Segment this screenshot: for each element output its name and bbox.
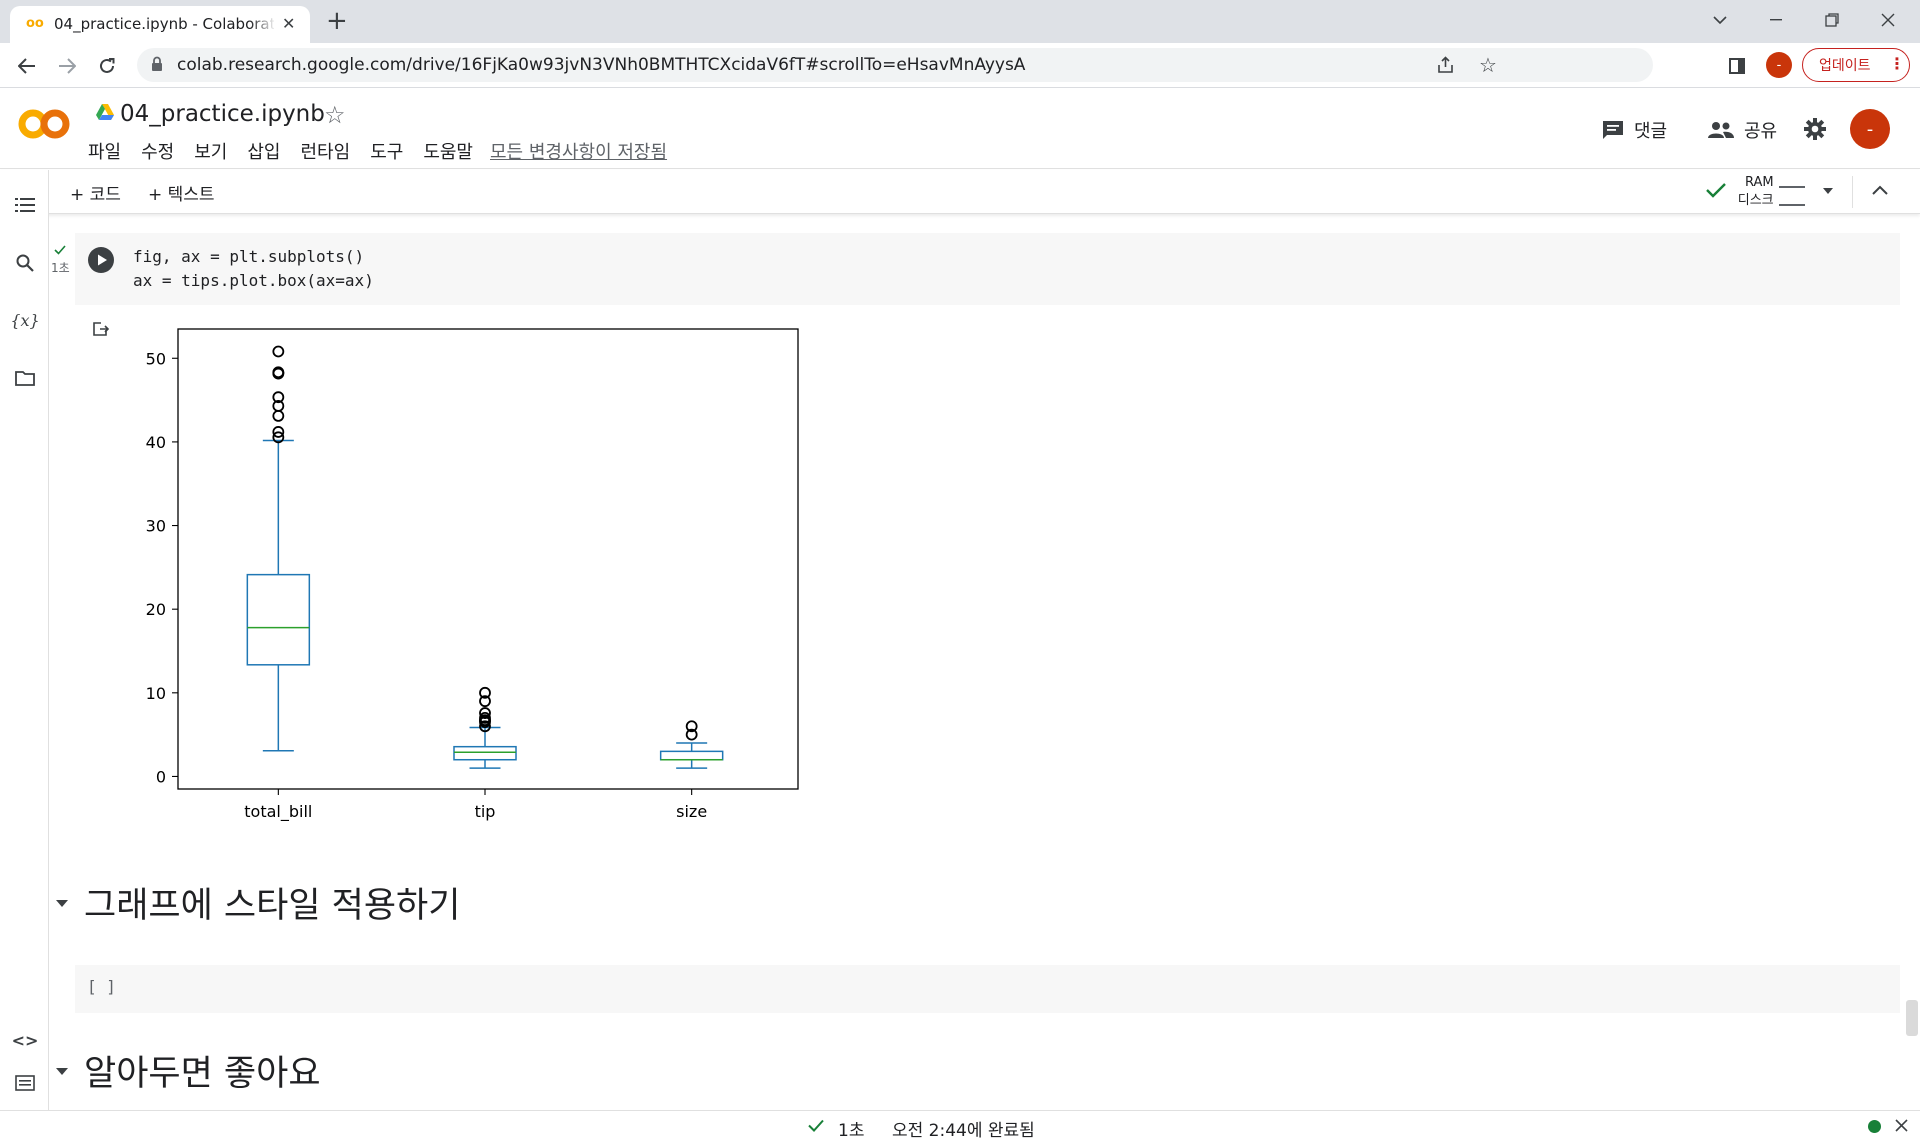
colab-logo[interactable]	[18, 107, 70, 141]
browser-tab-strip: oo 04_practice.ipynb - Colaboratory ✕ +	[0, 0, 1920, 43]
table-of-contents-icon[interactable]	[12, 192, 38, 218]
run-cell-button[interactable]	[88, 247, 114, 273]
save-status[interactable]: 모든 변경사항이 저장됨	[490, 138, 667, 164]
back-icon[interactable]	[14, 53, 40, 79]
share-page-icon[interactable]	[1437, 56, 1455, 74]
people-icon	[1708, 122, 1734, 138]
profile-avatar[interactable]: -	[1766, 52, 1792, 78]
execution-time: 1초	[51, 261, 70, 275]
tab-title: 04_practice.ipynb - Colaboratory	[54, 15, 274, 33]
close-tab-icon[interactable]: ✕	[282, 14, 295, 33]
x-tick-label: tip	[475, 802, 496, 821]
browser-toolbar: colab.research.google.com/drive/16FjKa0w…	[0, 43, 1920, 88]
notebook-toolbar: + 코드 + 텍스트 RAM 디스크	[0, 170, 1920, 214]
collapse-header-icon[interactable]	[1872, 185, 1888, 195]
reload-icon[interactable]	[94, 53, 120, 79]
browser-tab[interactable]: oo 04_practice.ipynb - Colaboratory ✕	[10, 6, 310, 43]
minimize-icon[interactable]	[1748, 0, 1804, 40]
colab-header: 04_practice.ipynb ☆ 파일 수정 보기 삽입 런타임 도구 도…	[0, 89, 1920, 169]
iqr-box	[659, 750, 724, 761]
files-folder-icon[interactable]	[12, 365, 38, 391]
share-button[interactable]: 공유	[1708, 117, 1777, 143]
bookmark-star-icon[interactable]: ☆	[1479, 53, 1497, 77]
resources-dropdown-icon[interactable]	[1822, 187, 1834, 195]
drive-icon	[95, 103, 115, 121]
scrollbar-thumb[interactable]	[1906, 1000, 1918, 1036]
section-heading: 알아두면 좋아요	[84, 1054, 321, 1094]
iqr-box	[246, 573, 311, 666]
iqr-box	[453, 745, 517, 761]
status-bar: 1초 오전 2:44에 완료됨	[0, 1110, 1920, 1141]
y-tick-label: 0	[156, 767, 166, 786]
ram-meter	[1779, 176, 1805, 188]
comment-icon	[1603, 121, 1623, 139]
menu-file[interactable]: 파일	[88, 138, 121, 164]
x-tick-label: size	[676, 802, 707, 821]
notebook-title[interactable]: 04_practice.ipynb	[120, 101, 325, 127]
run-success-check-icon	[54, 245, 66, 255]
lock-icon	[151, 56, 163, 72]
new-tab-icon[interactable]: +	[326, 6, 348, 36]
x-tick-label: total_bill	[244, 802, 312, 822]
forward-icon[interactable]	[54, 53, 80, 79]
y-tick-label: 10	[146, 684, 166, 703]
settings-gear-icon[interactable]	[1804, 118, 1826, 140]
code-snippets-icon[interactable]: <>	[12, 1027, 39, 1053]
account-avatar[interactable]: -	[1850, 109, 1890, 149]
outlier-point	[272, 345, 285, 358]
section-heading: 그래프에 스타일 적용하기	[84, 886, 461, 926]
menu-runtime[interactable]: 런타임	[301, 138, 351, 164]
play-icon	[98, 254, 107, 266]
address-bar[interactable]: colab.research.google.com/drive/16FjKa0w…	[137, 48, 1653, 82]
y-tick-label: 20	[146, 600, 166, 619]
y-tick-label: 40	[146, 433, 166, 452]
menu-edit[interactable]: 수정	[141, 138, 174, 164]
menu-view[interactable]: 보기	[194, 138, 227, 164]
resource-monitor[interactable]: RAM 디스크	[1738, 174, 1774, 210]
boxplot-chart: 0 10 20 30 40 50 total_bill tip size	[146, 328, 799, 822]
restore-icon[interactable]	[1804, 0, 1860, 40]
tab-search-icon[interactable]	[1692, 0, 1748, 40]
status-duration: 1초	[838, 1121, 865, 1141]
collapse-section-icon[interactable]	[56, 900, 68, 908]
add-text-button[interactable]: + 텍스트	[148, 180, 215, 205]
close-status-icon[interactable]	[1895, 1119, 1908, 1132]
y-tick-label: 50	[146, 349, 166, 368]
star-icon[interactable]: ☆	[324, 101, 346, 129]
colab-favicon-icon: oo	[26, 16, 44, 31]
search-icon[interactable]	[12, 250, 38, 276]
disk-label: 디스크	[1737, 193, 1774, 208]
menu-tools[interactable]: 도구	[370, 138, 403, 164]
terminal-icon[interactable]	[12, 1070, 38, 1096]
comment-button[interactable]: 댓글	[1602, 117, 1667, 143]
side-panel-icon[interactable]	[1724, 53, 1750, 79]
cell-bracket: [ ]	[87, 977, 116, 996]
add-code-button[interactable]: + 코드	[70, 180, 121, 205]
collapse-section-icon[interactable]	[56, 1068, 68, 1076]
code-line[interactable]: fig, ax = plt.subplots()	[133, 247, 364, 266]
menu-help[interactable]: 도움말	[423, 138, 473, 164]
disk-meter	[1779, 194, 1805, 206]
output-actions-icon[interactable]	[92, 321, 110, 337]
side-rail: {x} <>	[0, 170, 49, 1110]
empty-code-cell[interactable]: [ ]	[75, 965, 1900, 1013]
variables-icon[interactable]: {x}	[10, 307, 39, 333]
url-text: colab.research.google.com/drive/16FjKa0w…	[177, 55, 1026, 75]
close-window-icon[interactable]	[1860, 0, 1916, 40]
status-check-icon	[808, 1119, 824, 1132]
y-tick-label: 30	[146, 517, 166, 536]
menu-bar: 파일 수정 보기 삽입 런타임 도구 도움말	[88, 138, 493, 164]
connection-status-dot	[1868, 1120, 1881, 1133]
update-button[interactable]: 업데이트 ⋮	[1802, 48, 1910, 82]
connected-check-icon	[1706, 182, 1726, 198]
code-line[interactable]: ax = tips.plot.box(ax=ax)	[133, 271, 374, 290]
more-vert-icon: ⋮	[1889, 54, 1905, 73]
menu-insert[interactable]: 삽입	[247, 138, 280, 164]
outlier-point	[272, 409, 285, 422]
code-cell[interactable]: fig, ax = plt.subplots() ax = tips.plot.…	[75, 233, 1900, 305]
ram-label: RAM	[1745, 175, 1774, 190]
status-message: 오전 2:44에 완료됨	[892, 1121, 1035, 1141]
plot-frame	[177, 328, 799, 790]
